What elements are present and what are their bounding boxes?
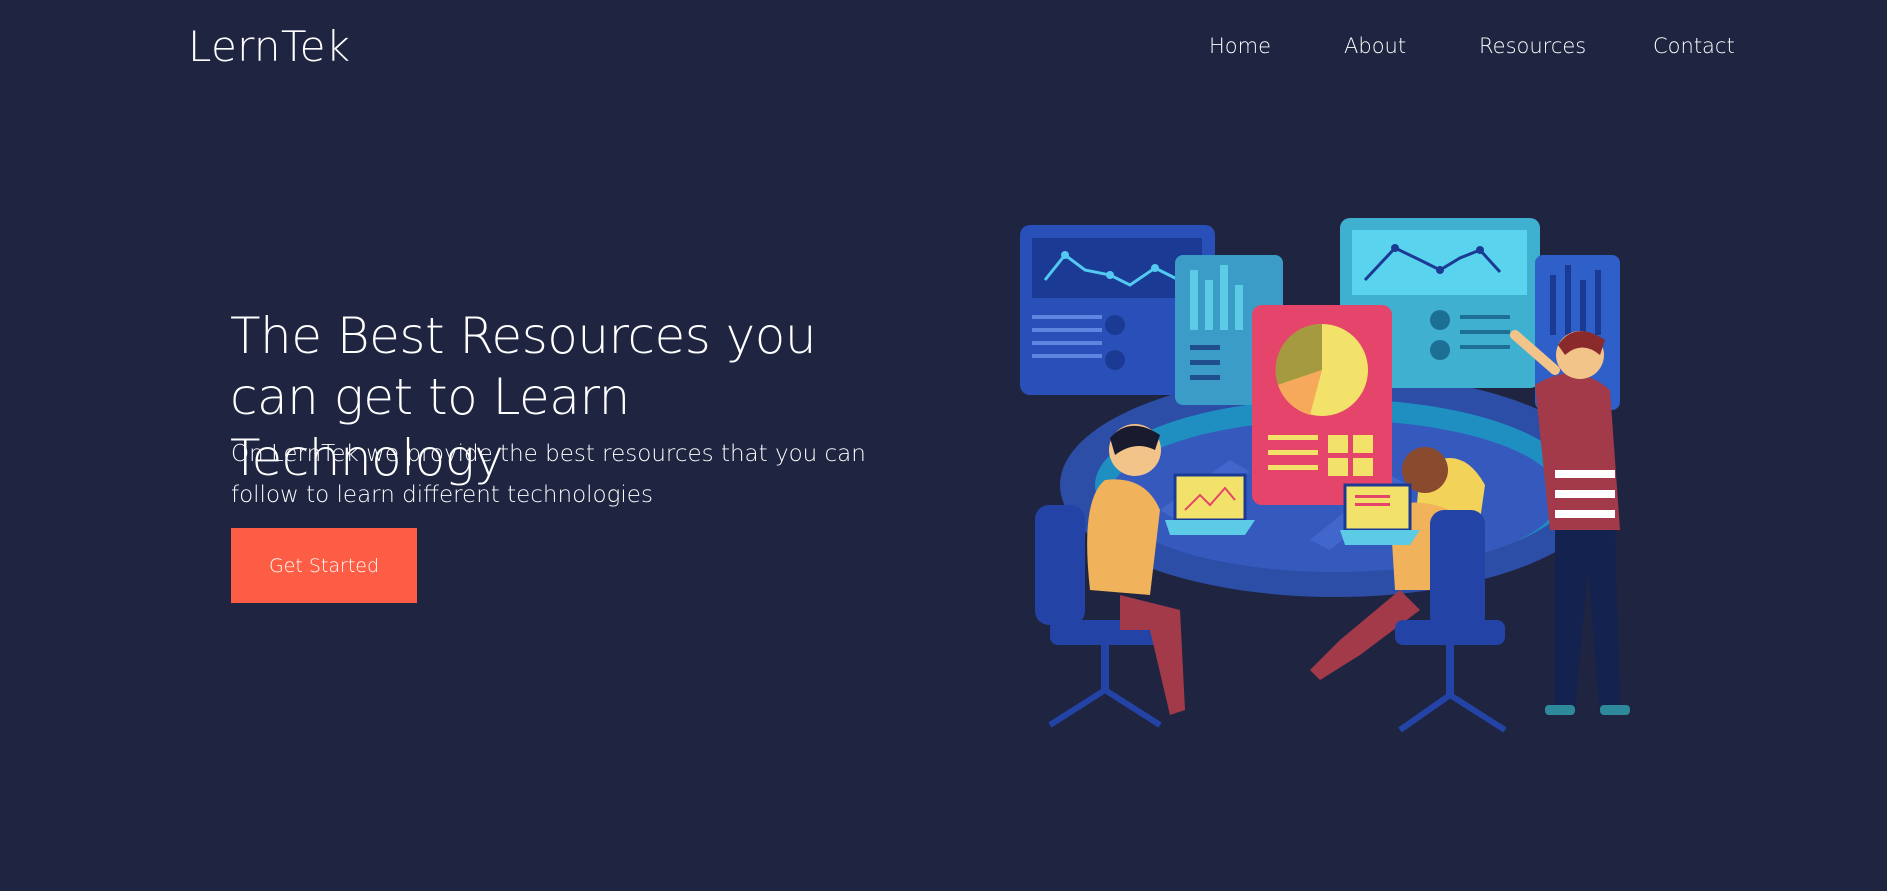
pie-chart-screen <box>1252 305 1392 505</box>
main-nav: Home About Resources Contact <box>0 34 1887 64</box>
nav-link-home[interactable]: Home <box>1209 34 1271 58</box>
nav-link-about[interactable]: About <box>1344 34 1406 58</box>
nav-link-contact[interactable]: Contact <box>1653 34 1735 58</box>
nav-link-resources[interactable]: Resources <box>1479 34 1586 58</box>
hero-subtitle: On LernTek we provide the best resources… <box>231 441 866 508</box>
hero-illustration <box>1020 218 1630 733</box>
get-started-button[interactable]: Get Started <box>231 528 417 603</box>
